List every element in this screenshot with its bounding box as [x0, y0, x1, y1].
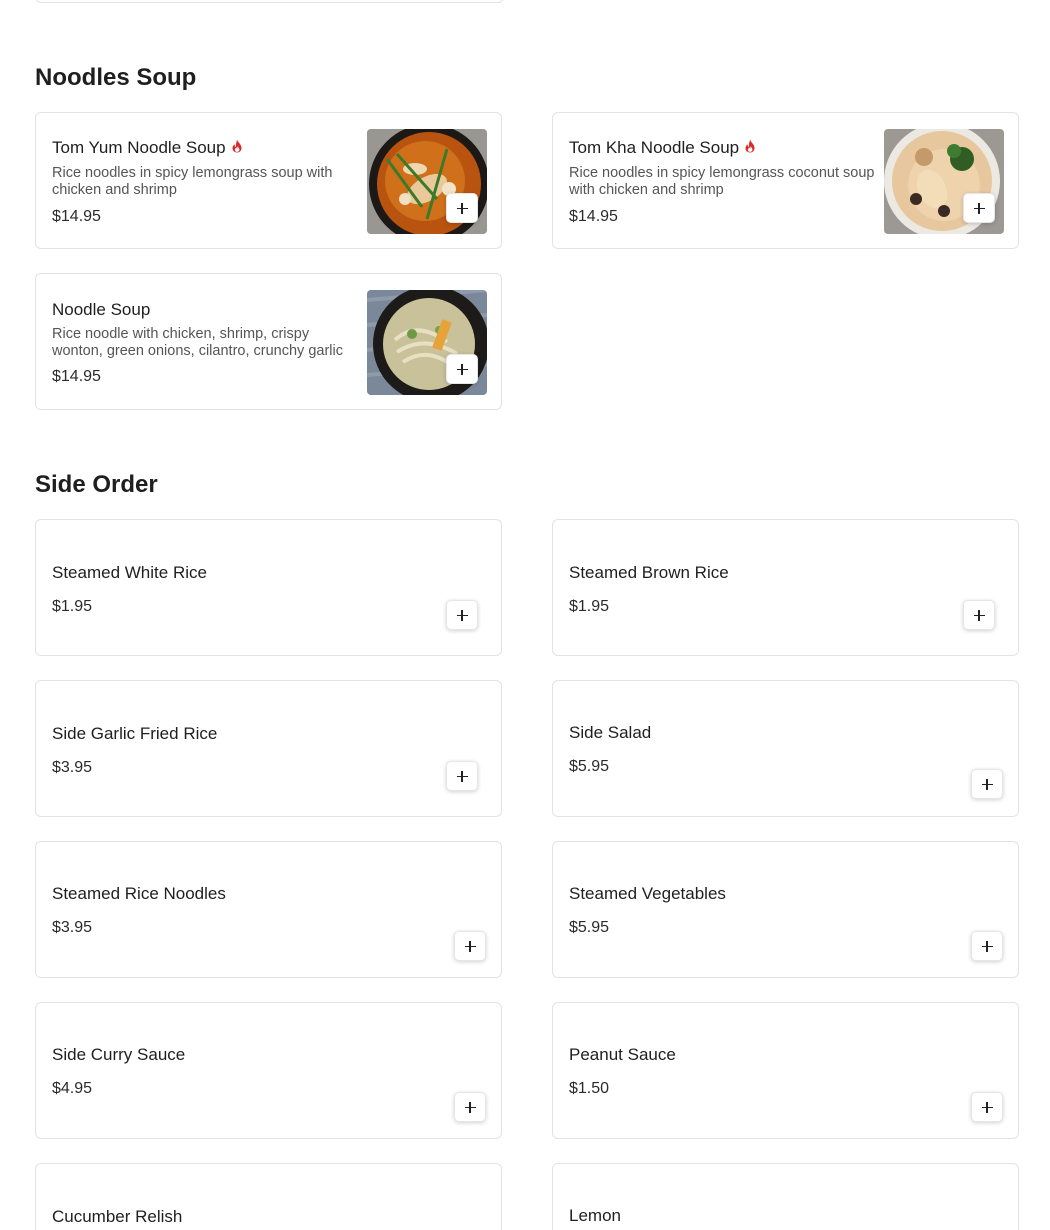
plus-icon — [456, 609, 468, 621]
item-name: Peanut Sauce — [569, 1045, 676, 1064]
flame-icon — [232, 139, 242, 153]
plus-icon — [981, 940, 993, 952]
item-price: $1.95 — [52, 598, 93, 615]
menu-item-peanut-sauce[interactable]: Peanut Sauce $1.50 — [552, 1002, 1019, 1139]
item-price: $5.95 — [569, 758, 610, 775]
menu-item-noodle-soup[interactable]: Noodle Soup Rice noodle with chicken, sh… — [35, 273, 502, 410]
add-button[interactable] — [971, 1092, 1003, 1122]
plus-icon — [464, 1101, 476, 1113]
add-button[interactable] — [454, 931, 486, 961]
plus-icon — [981, 1101, 993, 1113]
plus-icon — [973, 202, 985, 214]
item-name: Cucumber Relish — [52, 1207, 183, 1226]
menu-item-side-curry-sauce[interactable]: Side Curry Sauce $4.95 — [35, 1002, 502, 1139]
section-title-side-order: Side Order — [35, 471, 158, 498]
menu-item-steamed-white-rice[interactable]: Steamed White Rice $1.95 — [35, 519, 502, 656]
item-name: Tom Yum Noodle Soup — [52, 138, 226, 157]
add-button[interactable] — [446, 600, 478, 630]
item-name: Side Salad — [569, 723, 652, 742]
menu-item-tom-kha-noodle-soup[interactable]: Tom Kha Noodle Soup Rice noodles in spic… — [552, 112, 1019, 249]
item-description: Rice noodle with chicken, shrimp, crispy… — [52, 326, 343, 359]
menu-item-tom-yum-noodle-soup[interactable]: Tom Yum Noodle Soup Rice noodles in spic… — [35, 112, 502, 249]
item-name: Noodle Soup — [52, 300, 151, 319]
plus-icon — [456, 363, 468, 375]
section-title-noodles-soup: Noodles Soup — [35, 64, 197, 91]
menu-item-steamed-vegetables[interactable]: Steamed Vegetables $5.95 — [552, 841, 1019, 978]
add-button[interactable] — [446, 193, 478, 223]
menu-item-cucumber-relish[interactable]: Cucumber Relish — [35, 1163, 502, 1230]
item-name: Lemon — [569, 1206, 621, 1225]
menu-item-steamed-brown-rice[interactable]: Steamed Brown Rice $1.95 — [552, 519, 1019, 656]
item-description: Rice noodles in spicy lemongrass soup wi… — [52, 165, 333, 198]
add-button[interactable] — [963, 193, 995, 223]
item-name: Side Garlic Fried Rice — [52, 724, 218, 743]
item-price: $1.95 — [569, 598, 610, 615]
menu-item-lemon[interactable]: Lemon — [552, 1163, 1019, 1230]
item-name: Tom Kha Noodle Soup — [569, 138, 740, 157]
item-description: Rice noodles in spicy lemongrass coconut… — [569, 165, 875, 198]
add-button[interactable] — [963, 600, 995, 630]
menu-item-side-salad[interactable]: Side Salad $5.95 — [552, 680, 1019, 817]
plus-icon — [981, 778, 993, 790]
item-price: $3.95 — [52, 759, 93, 776]
plus-icon — [973, 609, 985, 621]
add-button[interactable] — [971, 769, 1003, 799]
menu-item-side-garlic-fried-rice[interactable]: Side Garlic Fried Rice $3.95 — [35, 680, 502, 817]
previous-menu-item-card[interactable] — [35, 0, 504, 3]
item-name: Steamed Brown Rice — [569, 563, 729, 582]
plus-icon — [456, 770, 468, 782]
item-name-row: Tom Kha Noodle Soup — [569, 138, 756, 158]
item-price: $3.95 — [52, 919, 93, 936]
item-price: $14.95 — [569, 208, 618, 225]
item-name: Steamed Vegetables — [569, 884, 726, 903]
item-name: Steamed White Rice — [52, 563, 207, 582]
plus-icon — [456, 202, 468, 214]
item-name: Side Curry Sauce — [52, 1045, 186, 1064]
item-price: $1.50 — [569, 1080, 610, 1097]
add-button[interactable] — [446, 761, 478, 791]
item-name-row: Tom Yum Noodle Soup — [52, 138, 243, 158]
plus-icon — [464, 940, 476, 952]
add-button[interactable] — [446, 354, 478, 384]
item-price: $14.95 — [52, 208, 101, 225]
menu-item-steamed-rice-noodles[interactable]: Steamed Rice Noodles $3.95 — [35, 841, 502, 978]
item-price: $14.95 — [52, 368, 101, 385]
item-name: Steamed Rice Noodles — [52, 884, 226, 903]
add-button[interactable] — [971, 931, 1003, 961]
add-button[interactable] — [454, 1092, 486, 1122]
item-price: $5.95 — [569, 919, 610, 936]
flame-icon — [745, 139, 755, 153]
item-price: $4.95 — [52, 1080, 93, 1097]
